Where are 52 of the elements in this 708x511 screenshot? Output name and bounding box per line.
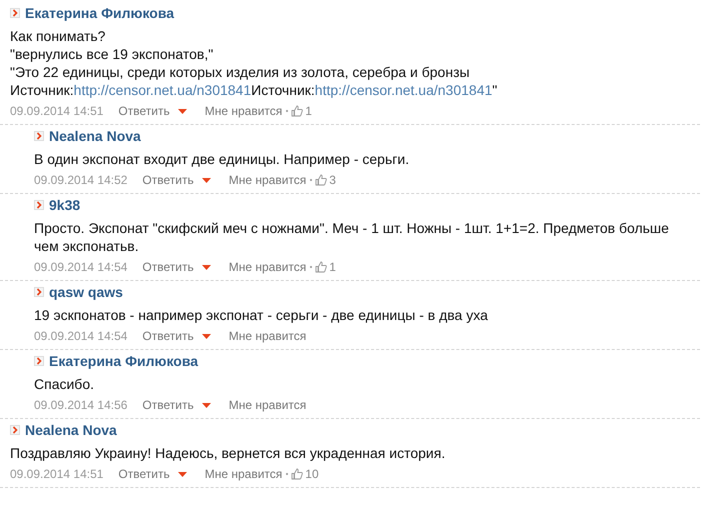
chevron-icon	[34, 287, 44, 297]
like-link[interactable]: Мне нравится	[228, 398, 306, 412]
chevron-icon	[10, 8, 20, 18]
comment-date: 09.09.2014 14:52	[34, 173, 128, 187]
comment-date: 09.09.2014 14:56	[34, 398, 128, 412]
reply-link[interactable]: Ответить	[118, 104, 170, 118]
link[interactable]: http://censor.net.ua/n301841	[314, 82, 492, 98]
comment-date: 09.09.2014 14:51	[10, 104, 104, 118]
author-name[interactable]: qasw qaws	[49, 284, 123, 300]
thumbs-up-icon	[291, 105, 304, 117]
caret-icon[interactable]	[202, 402, 211, 408]
like-link[interactable]: Мне нравится	[204, 104, 282, 118]
like-count: 1	[305, 104, 312, 118]
comment-text: Спасибо.	[34, 375, 95, 393]
reply-link[interactable]: Ответить	[118, 467, 170, 481]
author-name[interactable]: Nealena Nova	[25, 422, 117, 438]
thumbs-up-icon	[315, 174, 328, 186]
reply-link[interactable]: Ответить	[142, 173, 194, 187]
like-count: 1	[329, 260, 336, 274]
chevron-icon	[34, 356, 44, 366]
reply-link[interactable]: Ответить	[142, 329, 194, 343]
author-name[interactable]: Nealena Nova	[49, 128, 141, 144]
thumbs-up-icon	[315, 261, 328, 273]
comment-text: Поздравляю Украину! Надеюсь, вернется вся украденная история.	[10, 444, 446, 462]
chevron-icon	[34, 200, 44, 210]
caret-icon[interactable]	[178, 108, 187, 114]
comment-date: 09.09.2014 14:54	[34, 260, 128, 274]
comment-text: В один экспонат входит две единицы. Например - серьги.	[34, 150, 410, 168]
like-link[interactable]: Мне нравится	[228, 173, 306, 187]
author-name[interactable]: Екатерина Филюкова	[25, 5, 174, 21]
caret-icon[interactable]	[178, 472, 187, 476]
like-link[interactable]: Мне нравится	[228, 260, 306, 274]
author-name[interactable]: 9k38	[49, 197, 80, 213]
comment-text: 19 эскпонатов - например экспонат - серьги - две единицы - в два уха	[34, 306, 489, 324]
reply-link[interactable]: Ответить	[142, 260, 194, 274]
caret-icon[interactable]	[202, 334, 211, 338]
comment-text: Просто. Экспонат "скифский меч с ножнами". Меч - 1 шт. Ножны - 1шт. 1+1=2. Предметов больше чем экспонатьв.	[34, 219, 670, 255]
chevron-icon	[10, 425, 20, 435]
comment-date: 09.09.2014 14:54	[34, 329, 128, 343]
like-link[interactable]: Мне нравится	[204, 467, 282, 481]
thumbs-up-icon	[291, 468, 304, 480]
caret-icon[interactable]	[202, 264, 211, 270]
link[interactable]: http://censor.net.ua/n301841	[74, 82, 252, 98]
author-name[interactable]: Екатерина Филюкова	[49, 353, 198, 369]
like-count: 3	[329, 173, 336, 187]
reply-link[interactable]: Ответить	[142, 398, 194, 412]
caret-icon[interactable]	[202, 178, 211, 182]
comment-text: Как понимать? "вернулись все 19 экспонатов," "Это 22 единицы, среди которых изделия из золота, серебра и бронзы Источник:http://censor.net.ua/n301841Источник:http://censor.net.ua/n301841"	[10, 27, 498, 99]
like-link[interactable]: Мне нравится	[228, 329, 306, 343]
chevron-icon	[34, 131, 44, 141]
comment-date: 09.09.2014 14:51	[10, 467, 104, 481]
like-count: 10	[305, 467, 319, 481]
